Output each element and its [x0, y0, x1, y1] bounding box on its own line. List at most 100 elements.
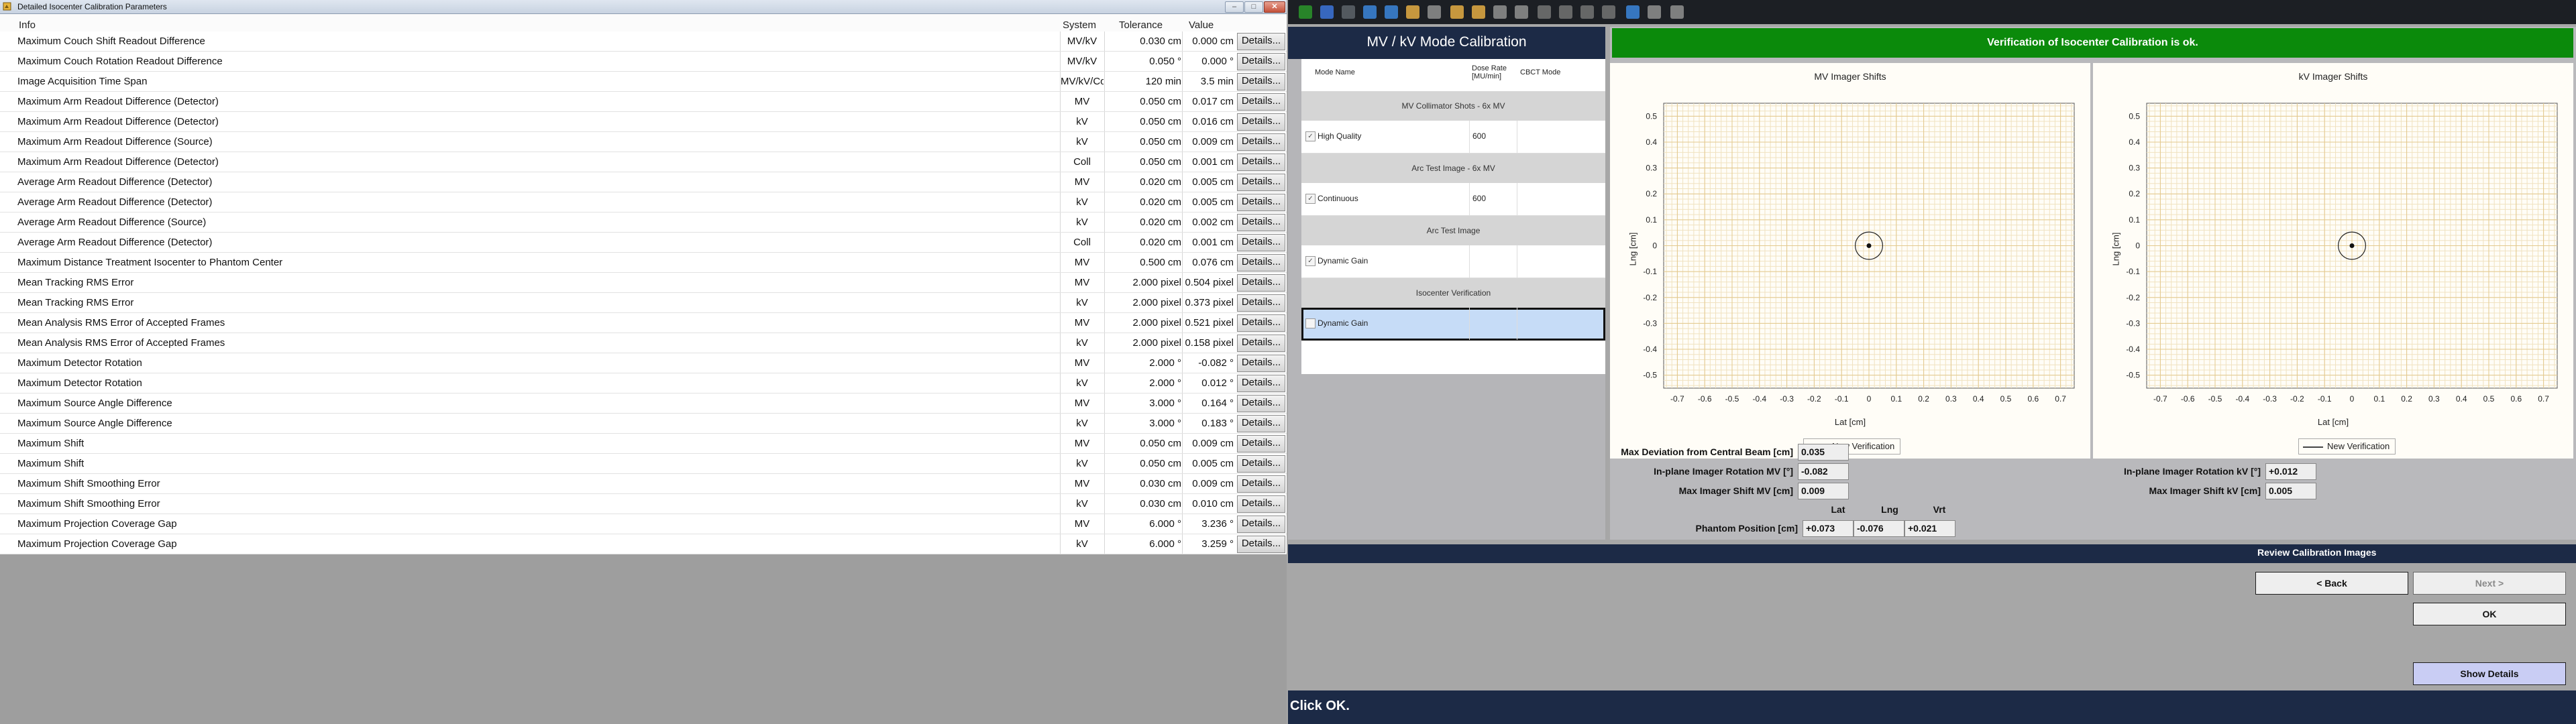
grid-icon[interactable]: [1512, 3, 1531, 21]
details-button[interactable]: Details...: [1237, 435, 1285, 452]
x-tick-label: -0.4: [1752, 394, 1766, 404]
table-row[interactable]: Maximum Distance Treatment Isocenter to …: [0, 253, 1287, 273]
mode-row-dynamic-gain-selected[interactable]: Dynamic Gain: [1301, 308, 1605, 341]
table-row[interactable]: Average Arm Readout Difference (Detector…: [0, 192, 1287, 213]
table-row[interactable]: Mean Analysis RMS Error of Accepted Fram…: [0, 313, 1287, 333]
details-button[interactable]: Details...: [1237, 254, 1285, 272]
layout-2-icon[interactable]: [1556, 3, 1575, 21]
table-row[interactable]: Maximum Projection Coverage Gap MV 6.000 °…: [0, 514, 1287, 534]
select-tool-icon[interactable]: [1318, 3, 1336, 21]
details-button[interactable]: Details...: [1237, 395, 1285, 412]
table-row[interactable]: Maximum Arm Readout Difference (Detector…: [0, 152, 1287, 172]
mode-checkbox[interactable]: [1305, 318, 1316, 328]
details-button[interactable]: Details...: [1237, 335, 1285, 352]
next-button[interactable]: Next >: [2413, 572, 2566, 595]
zoom-in-icon[interactable]: [1360, 3, 1379, 21]
calibration-window: MV / kV Mode Calibration Mode Name Dose …: [1288, 0, 2576, 724]
details-button[interactable]: Details...: [1237, 455, 1285, 473]
info-icon[interactable]: [1668, 3, 1686, 21]
details-button[interactable]: Details...: [1237, 214, 1285, 231]
table-row[interactable]: Mean Tracking RMS Error kV 2.000 pixel 0.37…: [0, 293, 1287, 313]
layout-4-icon[interactable]: [1599, 3, 1618, 21]
table-row[interactable]: Maximum Couch Rotation Readout Differenc…: [0, 52, 1287, 72]
window-title-bar[interactable]: Detailed Isocenter Calibration Parameter…: [0, 0, 1287, 14]
layout-1-icon[interactable]: [1535, 3, 1554, 21]
details-button[interactable]: Details...: [1237, 73, 1285, 90]
details-button[interactable]: Details...: [1237, 536, 1285, 553]
table-row[interactable]: Mean Analysis RMS Error of Accepted Fram…: [0, 333, 1287, 353]
zoom-out-icon[interactable]: [1382, 3, 1401, 21]
details-button[interactable]: Details...: [1237, 355, 1285, 372]
cell-info: Maximum Shift Smoothing Error: [17, 498, 160, 509]
table-row[interactable]: Maximum Source Angle Difference MV 3.000 °…: [0, 394, 1287, 414]
table-row[interactable]: Maximum Detector Rotation kV 2.000 ° 0.012 …: [0, 373, 1287, 394]
image-icon[interactable]: [1623, 3, 1642, 21]
cell-system: kV: [1060, 373, 1104, 393]
mode-checkbox[interactable]: ✓: [1305, 194, 1316, 204]
table-row[interactable]: Maximum Arm Readout Difference (Source) k…: [0, 132, 1287, 152]
details-button[interactable]: Details...: [1237, 33, 1285, 50]
y-tick-label: -0.3: [1643, 318, 1657, 328]
col-header-system[interactable]: System: [1063, 19, 1096, 31]
close-button[interactable]: ✕: [1264, 1, 1285, 13]
crosshair-icon[interactable]: [1491, 3, 1509, 21]
details-button[interactable]: Details...: [1237, 375, 1285, 392]
col-header-info[interactable]: Info: [19, 19, 36, 31]
details-button[interactable]: Details...: [1237, 274, 1285, 292]
details-button[interactable]: Details...: [1237, 194, 1285, 211]
ok-button[interactable]: OK: [2413, 603, 2566, 625]
details-button[interactable]: Details...: [1237, 314, 1285, 332]
table-row[interactable]: Maximum Source Angle Difference kV 3.000 °…: [0, 414, 1287, 434]
details-button[interactable]: Details...: [1237, 234, 1285, 251]
window-level-icon[interactable]: [1339, 3, 1358, 21]
layout-3-icon[interactable]: [1578, 3, 1597, 21]
mode-row-high-quality[interactable]: ✓ High Quality 600: [1301, 121, 1605, 154]
table-row[interactable]: Maximum Detector Rotation MV 2.000 ° -0.082…: [0, 353, 1287, 373]
save-icon[interactable]: [1645, 3, 1664, 21]
details-button[interactable]: Details...: [1237, 53, 1285, 70]
table-row[interactable]: Maximum Arm Readout Difference (Detector…: [0, 112, 1287, 132]
table-row[interactable]: Maximum Shift Smoothing Error kV 0.030 cm 0…: [0, 494, 1287, 514]
table-row[interactable]: Maximum Couch Shift Readout Difference MV…: [0, 32, 1287, 52]
table-row[interactable]: Image Acquisition Time Span MV/kV/Coll120…: [0, 72, 1287, 92]
cell-system: MV: [1060, 273, 1104, 292]
mode-checkbox[interactable]: ✓: [1305, 131, 1316, 141]
table-row[interactable]: Mean Tracking RMS Error MV 2.000 pixel 0.50…: [0, 273, 1287, 293]
table-row[interactable]: Average Arm Readout Difference (Source) k…: [0, 213, 1287, 233]
angle-icon[interactable]: [1469, 3, 1488, 21]
mode-row-continuous[interactable]: ✓ Continuous 600: [1301, 183, 1605, 216]
table-row[interactable]: Maximum Shift MV 0.050 cm 0.009 cm Details..…: [0, 434, 1287, 454]
ruler-icon[interactable]: [1448, 3, 1466, 21]
col-header-tolerance[interactable]: Tolerance: [1119, 19, 1163, 31]
table-row[interactable]: Average Arm Readout Difference (Detector…: [0, 172, 1287, 192]
undo-icon[interactable]: [1425, 3, 1444, 21]
details-button[interactable]: Details...: [1237, 113, 1285, 131]
cell-tolerance: 2.000 °: [1104, 373, 1185, 393]
mode-row-dynamic-gain[interactable]: ✓ Dynamic Gain: [1301, 245, 1605, 278]
details-button[interactable]: Details...: [1237, 93, 1285, 111]
back-arrow-icon[interactable]: [1296, 3, 1315, 21]
cell-tolerance: 3.000 °: [1104, 414, 1185, 433]
table-row[interactable]: Maximum Shift Smoothing Error MV 0.030 cm 0…: [0, 474, 1287, 494]
maximize-button[interactable]: □: [1244, 1, 1263, 13]
cell-tolerance: 6.000 °: [1104, 514, 1185, 534]
details-button[interactable]: Details...: [1237, 415, 1285, 432]
details-button[interactable]: Details...: [1237, 133, 1285, 151]
details-button[interactable]: Details...: [1237, 154, 1285, 171]
details-button[interactable]: Details...: [1237, 495, 1285, 513]
col-header-value[interactable]: Value: [1189, 19, 1214, 31]
details-button[interactable]: Details...: [1237, 475, 1285, 493]
mode-checkbox[interactable]: ✓: [1305, 256, 1316, 266]
table-row[interactable]: Maximum Projection Coverage Gap kV 6.000 °…: [0, 534, 1287, 554]
details-button[interactable]: Details...: [1237, 516, 1285, 533]
table-row[interactable]: Maximum Arm Readout Difference (Detector…: [0, 92, 1287, 112]
table-row[interactable]: Maximum Shift kV 0.050 cm 0.005 cm Details..…: [0, 454, 1287, 474]
details-button[interactable]: Details...: [1237, 174, 1285, 191]
pan-hand-icon[interactable]: [1403, 3, 1422, 21]
table-row[interactable]: Average Arm Readout Difference (Detector…: [0, 233, 1287, 253]
show-details-button[interactable]: Show Details: [2413, 662, 2566, 685]
details-button[interactable]: Details...: [1237, 294, 1285, 312]
back-button[interactable]: < Back: [2255, 572, 2408, 595]
x-tick-label: 0.4: [1973, 394, 1984, 404]
minimize-button[interactable]: –: [1225, 1, 1244, 13]
